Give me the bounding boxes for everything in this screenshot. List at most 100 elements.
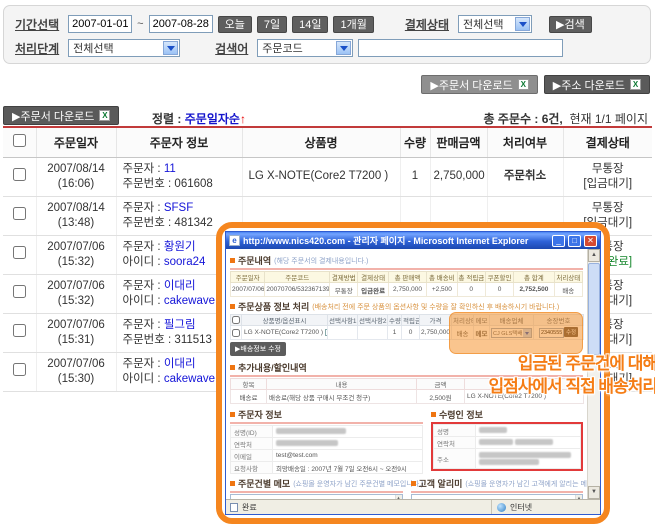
orderer-email: test@test.com [273, 450, 423, 462]
section-bullet-icon [230, 481, 235, 486]
delivery-request: 희망배송일 : 2007년 7월 7일 오전6시 ~ 오전9시 [273, 462, 423, 474]
update-shipping-button[interactable]: ▶배송정보 수정 [230, 342, 286, 356]
ie-statusbar: 완료 인터넷 [226, 499, 600, 514]
quick-7days-button[interactable]: 7일 [257, 16, 287, 33]
order-items-title: 주문상품 정보 처리 [238, 300, 309, 313]
close-icon[interactable]: ✕ [584, 235, 597, 247]
buyer-link[interactable]: 11 [164, 163, 176, 175]
ie-titlebar[interactable]: http://www.nics420.com - 관리자 페이지 - Micro… [226, 232, 600, 249]
download-address-button[interactable]: ▶주소 다운로드 [544, 75, 650, 94]
globe-icon [497, 503, 506, 512]
order-memo-section: 주문건별 메모(쇼핑몰 운영자가 남긴 주문건별 메모입니다.) [230, 476, 403, 499]
redacted-value [276, 428, 346, 434]
order-items-table: 상품명/옵션표시선택사항1선택사항2수량적립금가격처리상태메모배송업체송장번호 … [230, 314, 584, 340]
period-label: 기간선택 [15, 16, 59, 33]
keyword-type-select[interactable]: 주문코드 [257, 39, 353, 57]
redacted-value [515, 439, 553, 445]
order-memo-textarea[interactable] [230, 494, 403, 499]
section-bullet-icon [230, 412, 235, 417]
status-text: 완료 [242, 502, 257, 513]
memo-link[interactable]: 메모 [474, 326, 490, 340]
carrier-select[interactable]: CJ GLS택배 [491, 328, 532, 338]
receiver-title: 수령인 정보 [439, 408, 483, 421]
table-row: 2007/08/14(16:06) 주문자 : 11주문번호 : 061608 … [3, 157, 652, 196]
item-checkbox[interactable] [232, 329, 240, 337]
textarea-scrollbar[interactable] [575, 495, 582, 499]
order-history-title: 주문내역 [238, 254, 271, 267]
scroll-up-icon[interactable]: ▲ [588, 249, 600, 262]
extra-section-title: 추가내용/할인내역 [238, 361, 307, 374]
date-tilde: ~ [137, 18, 143, 30]
redacted-value [479, 439, 513, 445]
textarea-scrollbar[interactable] [395, 495, 402, 499]
orderer-info-section: 주문자 정보 성명(ID) 연락처 이메일test@test.com 요청사항희… [230, 405, 423, 474]
redacted-value [479, 427, 507, 433]
keyword-label: 검색어 [215, 40, 248, 57]
date-to-input[interactable] [149, 15, 213, 33]
customer-notice-textarea[interactable] [411, 494, 584, 499]
order-item-row: LG X-NOTE(Core2 T7200 ) 1 0 2,750,000 배송… [231, 326, 584, 340]
search-button[interactable]: ▶검색 [549, 16, 592, 33]
select-all-checkbox[interactable] [13, 134, 26, 147]
minimize-button[interactable]: _ [552, 235, 565, 247]
order-history-row: 2007/07/06 17:1920070706/5323671392A무통장입… [231, 283, 583, 297]
chevron-down-icon [336, 41, 351, 55]
ie-page-icon [229, 235, 240, 246]
excel-icon [99, 110, 110, 121]
buyer-link[interactable]: 이대리 [164, 280, 196, 292]
search-filter-panel: 기간선택 ~ 오늘 7일 14일 1개월 결제상태 전체선택 ▶검색 처리단계 … [3, 5, 651, 64]
order-memo-title: 주문건별 메모 [238, 477, 290, 490]
date-from-input[interactable] [68, 15, 132, 33]
section-bullet-icon [431, 412, 436, 417]
payment-status-select[interactable]: 전체선택 [458, 15, 532, 33]
maximize-button[interactable]: □ [568, 235, 581, 247]
download-orders-button-top[interactable]: ▶주문서 다운로드 [421, 75, 537, 94]
chevron-down-icon [163, 41, 178, 55]
buyer-link[interactable]: 필그림 [164, 319, 196, 331]
invoice-number-input[interactable] [539, 328, 564, 338]
status-page-icon [230, 503, 238, 512]
orderer-title: 주문자 정보 [238, 408, 282, 421]
buyer-link[interactable]: 황원기 [164, 241, 196, 253]
zone-text: 인터넷 [510, 502, 532, 513]
row-checkbox[interactable] [13, 324, 26, 337]
section-bullet-icon [230, 258, 235, 263]
order-history-table: 주문일자주문코드결제방법결제상태총 판매액총 배송비총 적립금쿠폰할인총 합계처… [230, 271, 583, 297]
quick-14days-button[interactable]: 14일 [292, 16, 328, 33]
order-admin-page: 기간선택 ~ 오늘 7일 14일 1개월 결제상태 전체선택 ▶검색 처리단계 … [0, 0, 655, 529]
invoice-edit-button[interactable]: 수정 [564, 327, 578, 337]
items-select-all-checkbox[interactable] [232, 316, 240, 324]
scroll-down-icon[interactable]: ▼ [588, 486, 600, 499]
excel-icon [518, 79, 529, 90]
chevron-down-icon [523, 329, 531, 337]
section-bullet-icon [411, 481, 416, 486]
window-title: http://www.nics420.com - 관리자 페이지 - Micro… [243, 234, 549, 247]
quick-1month-button[interactable]: 1개월 [333, 16, 373, 33]
stage-select[interactable]: 전체선택 [68, 39, 180, 57]
row-checkbox[interactable] [13, 363, 26, 376]
sort-arrow-up-icon: ↑ [240, 112, 246, 126]
download-orders-button-left[interactable]: ▶주문서 다운로드 [3, 106, 119, 125]
customer-notice-title: 고객 알리미 [419, 477, 463, 490]
row-checkbox[interactable] [13, 207, 26, 220]
chevron-down-icon [515, 17, 530, 31]
excel-icon [630, 79, 641, 90]
keyword-input[interactable] [358, 39, 563, 57]
row-checkbox[interactable] [13, 246, 26, 259]
section-bullet-icon [230, 365, 235, 370]
buyer-link[interactable]: 이대리 [164, 358, 196, 370]
receiver-info-section: 수령인 정보 성명 연락처 주소 [431, 405, 583, 474]
row-checkbox[interactable] [13, 285, 26, 298]
sort-value-link[interactable]: 주문일자순 [185, 112, 240, 126]
scrollbar-thumb[interactable] [588, 263, 600, 355]
redacted-value [479, 452, 571, 458]
buyer-link[interactable]: SFSF [164, 202, 193, 214]
redacted-value [276, 440, 338, 446]
redacted-value [479, 459, 539, 465]
quick-today-button[interactable]: 오늘 [218, 16, 252, 33]
row-checkbox[interactable] [13, 168, 26, 181]
customer-notice-section: 고객 알리미(쇼핑몰 운영자가 남긴 고객에게 알리는 메모입니다.) [411, 476, 584, 499]
sort-indicator: 정렬 : 주문일자순↑ [152, 110, 246, 127]
order-count-summary: 총 주문수 : 6건, 현재 1/1 페이지 [484, 110, 648, 127]
section-bullet-icon [230, 304, 235, 309]
